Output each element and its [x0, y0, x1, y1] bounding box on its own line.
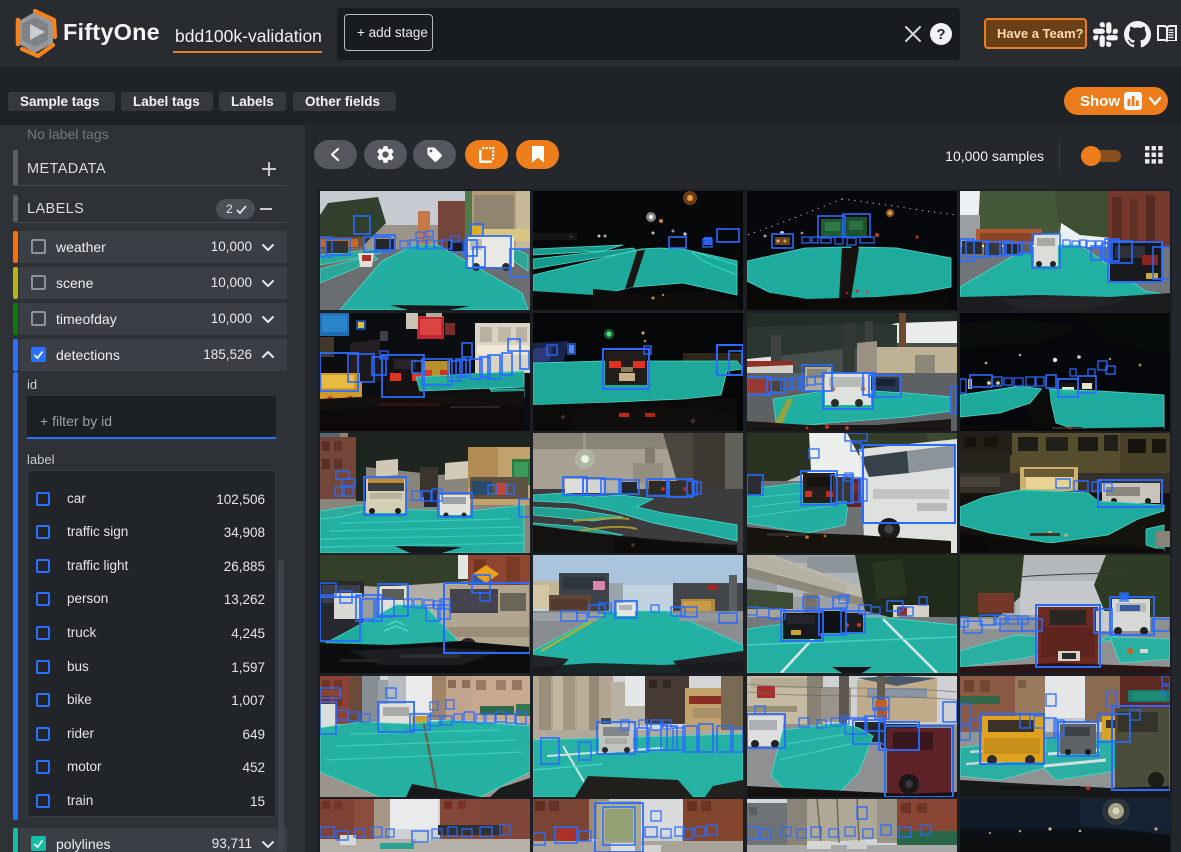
svg-text:?: ?	[936, 26, 945, 43]
